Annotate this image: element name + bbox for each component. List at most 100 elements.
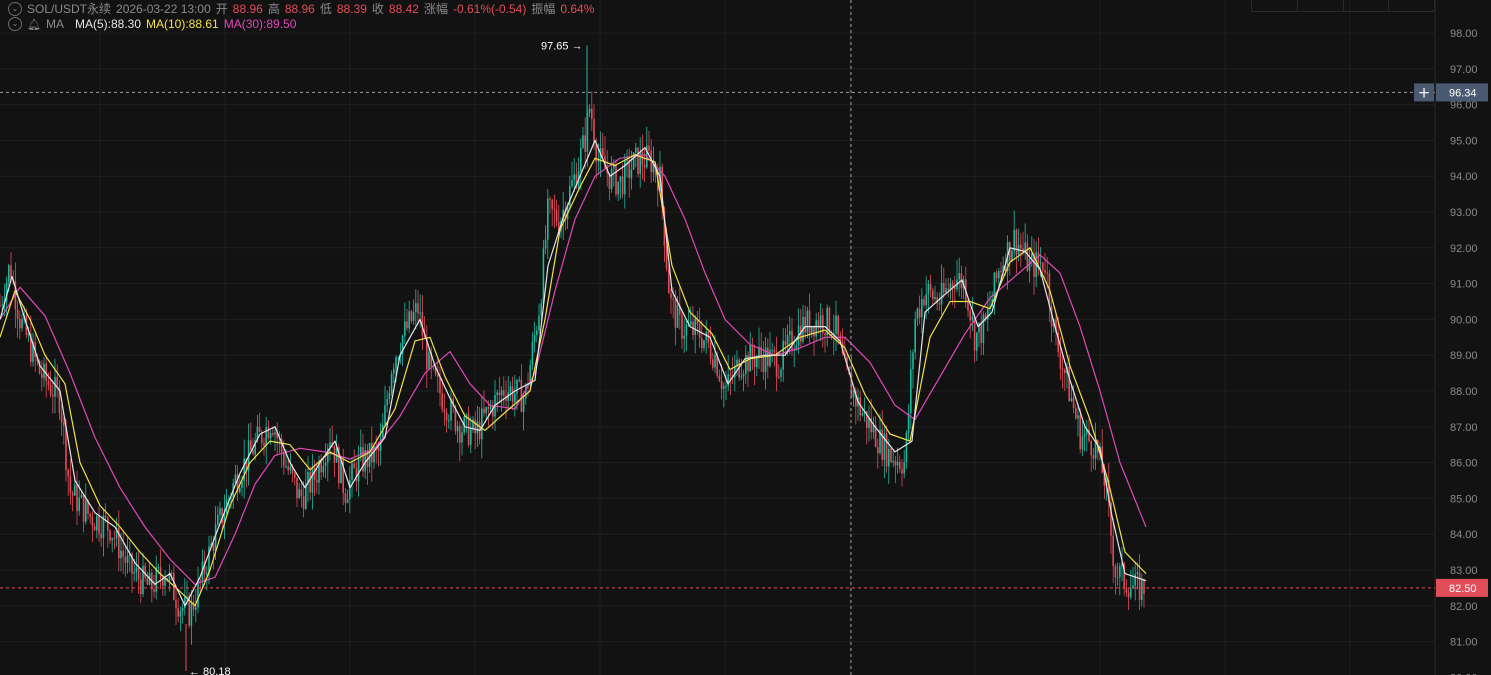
- candle-body: [1042, 262, 1044, 271]
- candle-body: [199, 580, 201, 582]
- candle-body: [1136, 572, 1139, 575]
- toolbar-slot[interactable]: [1344, 0, 1390, 11]
- close-label: 收: [371, 2, 384, 16]
- y-tick-label: 89.00: [1450, 350, 1478, 362]
- candle-body: [976, 332, 978, 351]
- y-tick-label: 87.00: [1450, 422, 1478, 434]
- candle-body: [571, 180, 573, 187]
- candle-body: [514, 393, 516, 403]
- candle-body: [932, 290, 934, 300]
- bell-icon[interactable]: 🔔︎: [27, 18, 41, 31]
- open-value: 88.96: [232, 1, 263, 16]
- candle-body: [918, 308, 921, 318]
- candle-body: [170, 572, 173, 574]
- candle-body: [630, 169, 633, 179]
- candle-body: [980, 322, 982, 343]
- candle-body: [945, 288, 947, 293]
- candle-body: [470, 429, 472, 445]
- candle-body: [1134, 574, 1136, 586]
- candle-body: [461, 432, 463, 443]
- candle-body: [1059, 352, 1062, 369]
- toolbar-slot[interactable]: [1298, 0, 1344, 11]
- y-tick-label: 92.00: [1450, 243, 1478, 255]
- candle-body: [274, 432, 276, 435]
- candle-body: [397, 357, 399, 359]
- candle-body: [617, 181, 619, 195]
- candle-body: [635, 147, 637, 153]
- candle-body: [298, 489, 300, 499]
- change-label: 涨幅: [423, 2, 448, 16]
- candle-body: [153, 589, 155, 592]
- candle-body: [63, 422, 65, 426]
- candle-body: [676, 305, 679, 328]
- candle-body: [113, 538, 116, 540]
- candle-body: [925, 294, 927, 306]
- candle-body: [668, 268, 670, 294]
- candle-body: [690, 321, 692, 325]
- ma30-line: [0, 154, 1147, 585]
- candle-body: [929, 284, 932, 291]
- toolbar-slot[interactable]: [1252, 0, 1298, 11]
- candle-body: [672, 298, 674, 300]
- candle-body: [456, 426, 459, 432]
- candle-body: [98, 515, 100, 534]
- candle-body: [852, 391, 855, 398]
- candle-body: [791, 330, 793, 351]
- candle-body: [69, 476, 72, 494]
- candle-body: [751, 344, 754, 359]
- candle-body: [41, 373, 43, 379]
- candle-body: [894, 461, 897, 466]
- toolbar-slot[interactable]: [1389, 0, 1434, 11]
- candle-body: [637, 147, 639, 174]
- indicator-label[interactable]: MA: [46, 17, 64, 31]
- candle-body: [80, 494, 83, 498]
- candle-body: [144, 565, 146, 578]
- datetime-label: 2026-03-22 13:00: [116, 1, 211, 16]
- candle-body: [124, 556, 127, 563]
- candle-body: [584, 135, 586, 152]
- candle-body: [1070, 397, 1073, 402]
- candle-body: [52, 394, 54, 397]
- candle-body: [47, 381, 50, 386]
- candle-body: [987, 309, 989, 320]
- y-tick-label: 95.00: [1450, 135, 1478, 147]
- candle-body: [296, 477, 298, 499]
- candle-body: [683, 335, 685, 339]
- candle-body: [914, 319, 916, 353]
- candle-body: [905, 432, 908, 463]
- candle-body: [674, 299, 677, 328]
- price-axis[interactable]: 98.0097.0096.0095.0094.0093.0092.0091.00…: [1414, 28, 1488, 675]
- candle-body: [511, 386, 514, 403]
- candle-body: [309, 471, 311, 493]
- candle-body: [509, 386, 512, 393]
- candle-body: [1013, 229, 1015, 251]
- candle-body: [126, 555, 129, 563]
- candle-body: [927, 284, 930, 295]
- collapse-icon[interactable]: ⌄: [8, 1, 22, 16]
- candle-body: [135, 567, 138, 572]
- candle-body: [393, 368, 395, 374]
- candlestick-chart[interactable]: 98.0097.0096.0095.0094.0093.0092.0091.00…: [0, 0, 1491, 675]
- candle-body: [1143, 579, 1145, 594]
- collapse-icon[interactable]: ⌄: [8, 17, 22, 31]
- candle-body: [615, 163, 617, 195]
- candle-body: [712, 359, 714, 368]
- last-price-label: 82.50: [1449, 583, 1477, 595]
- candle-body: [967, 301, 969, 311]
- candle-body: [1132, 585, 1134, 589]
- candle-body: [602, 148, 604, 156]
- candle-body: [177, 608, 179, 617]
- candle-body: [107, 517, 109, 531]
- candle-body: [500, 390, 503, 396]
- top-toolbar[interactable]: [1251, 0, 1435, 12]
- candle-body: [910, 369, 912, 414]
- candle-body: [1044, 270, 1046, 273]
- candle-body: [74, 484, 76, 496]
- candle-body: [313, 467, 316, 481]
- candle-body: [104, 515, 107, 518]
- plus-icon: +: [1418, 83, 1431, 101]
- low-value: 88.39: [336, 1, 367, 16]
- candle-body: [146, 577, 149, 585]
- candle-body: [179, 611, 182, 617]
- candle-body: [626, 160, 628, 162]
